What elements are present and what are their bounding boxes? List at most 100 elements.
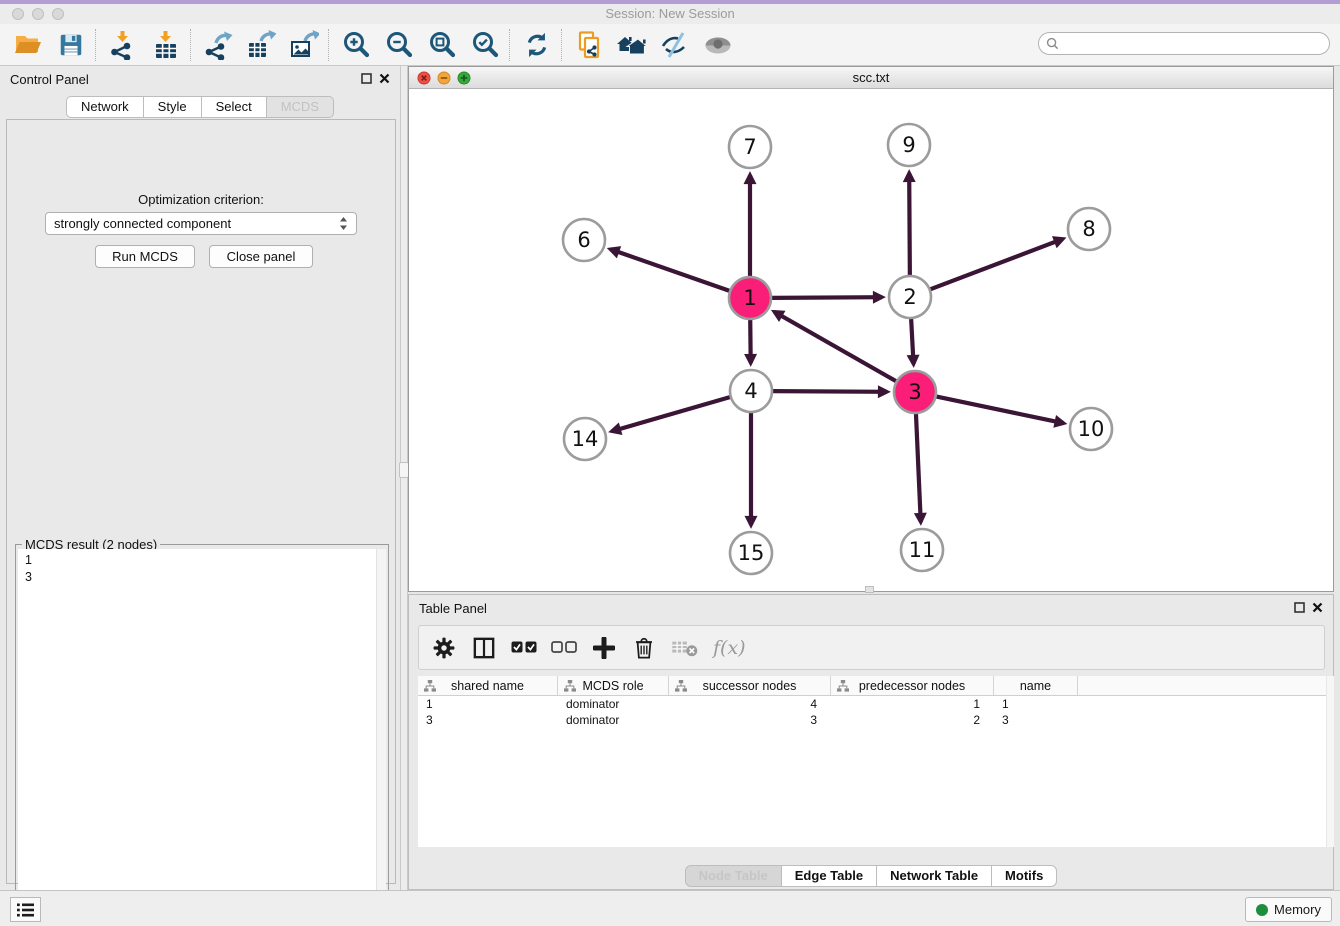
graph-edge-4-3[interactable]	[773, 391, 887, 392]
graph-edge-2-8[interactable]	[931, 239, 1063, 289]
graph-node-9[interactable]: 9	[888, 124, 930, 166]
tab-style[interactable]: Style	[144, 96, 202, 118]
graph-edge-1-6[interactable]	[610, 249, 729, 291]
tab-node-table[interactable]: Node Table	[685, 865, 782, 887]
open-session-button[interactable]	[6, 27, 49, 63]
unselect-all-button[interactable]	[551, 633, 577, 663]
export-table-button[interactable]	[239, 27, 282, 63]
cell-MCDS-role[interactable]: dominator	[558, 696, 669, 712]
maximize-network-icon	[458, 72, 470, 84]
graph-edge-3-11[interactable]	[916, 414, 921, 522]
graph-node-6[interactable]: 6	[563, 219, 605, 261]
task-history-button[interactable]	[10, 897, 41, 922]
cell-name[interactable]: 3	[994, 712, 1078, 728]
graph-node-15[interactable]: 15	[730, 532, 772, 574]
search-field[interactable]	[1038, 32, 1330, 55]
column-header-successor-nodes[interactable]: successor nodes	[669, 676, 831, 695]
toggle-column-view-button[interactable]	[471, 633, 497, 663]
node-label: 6	[577, 228, 590, 252]
app-titlebar[interactable]: Session: New Session	[0, 4, 1340, 24]
tab-network-table[interactable]: Network Table	[877, 865, 992, 887]
close-table-panel-icon[interactable]	[1312, 602, 1323, 613]
zoom-selected-button[interactable]	[463, 27, 506, 63]
save-session-button[interactable]	[49, 27, 92, 63]
add-column-button[interactable]	[591, 633, 617, 663]
tab-select[interactable]: Select	[202, 96, 267, 118]
float-table-panel-icon[interactable]	[1294, 602, 1305, 613]
memory-label: Memory	[1274, 902, 1321, 917]
window-resize-handle[interactable]	[865, 586, 874, 593]
cell-successor-nodes[interactable]: 4	[669, 696, 831, 712]
memory-button[interactable]: Memory	[1245, 897, 1332, 922]
cell-MCDS-role[interactable]: dominator	[558, 712, 669, 728]
tab-mcds[interactable]: MCDS	[267, 96, 334, 118]
control-panel-header: Control Panel	[0, 66, 400, 94]
graph-edge-3-1[interactable]	[774, 312, 896, 381]
cell-predecessor-nodes[interactable]: 2	[831, 712, 994, 728]
network-graph[interactable]: 7 9 6 8 1 2 4 3 14 10 15 11	[409, 89, 1333, 591]
function-builder-button[interactable]: f(x)	[713, 633, 746, 663]
select-all-button[interactable]	[511, 633, 537, 663]
graph-node-2[interactable]: 2	[889, 276, 931, 318]
graph-node-4[interactable]: 4	[730, 370, 772, 412]
column-header-predecessor-nodes[interactable]: predecessor nodes	[831, 676, 994, 695]
zoom-fit-button[interactable]	[420, 27, 463, 63]
checked-boxes-icon	[511, 641, 537, 654]
cell-predecessor-nodes[interactable]: 1	[831, 696, 994, 712]
export-network-button[interactable]	[196, 27, 239, 63]
column-header-shared-name[interactable]: shared name	[418, 676, 558, 695]
import-table-button[interactable]	[144, 27, 187, 63]
network-window-titlebar[interactable]: scc.txt	[409, 67, 1333, 89]
mcds-result-text[interactable]: 1 3	[18, 549, 376, 921]
float-panel-icon[interactable]	[361, 73, 372, 84]
tab-network[interactable]: Network	[66, 96, 144, 118]
graph-node-7[interactable]: 7	[729, 126, 771, 168]
tab-edge-table[interactable]: Edge Table	[782, 865, 877, 887]
run-mcds-button[interactable]: Run MCDS	[95, 245, 195, 268]
copy-network-button[interactable]	[567, 27, 610, 63]
network-canvas[interactable]: 7 9 6 8 1 2 4 3 14 10 15 11	[409, 89, 1333, 591]
zoom-in-button[interactable]	[334, 27, 377, 63]
graph-node-10[interactable]: 10	[1070, 408, 1112, 450]
table-row[interactable]: 1dominator411	[418, 696, 1334, 712]
cell-shared-name[interactable]: 1	[418, 696, 558, 712]
graph-node-8[interactable]: 8	[1068, 208, 1110, 250]
optimization-criterion-select[interactable]: strongly connected component	[45, 212, 357, 235]
panel-splitter[interactable]	[400, 66, 408, 890]
graph-edge-2-3[interactable]	[911, 319, 913, 364]
unchecked-boxes-icon	[551, 641, 577, 654]
table-row[interactable]: 3dominator323	[418, 712, 1334, 728]
refresh-view-button[interactable]	[515, 27, 558, 63]
search-input[interactable]	[1063, 37, 1329, 51]
column-header-name[interactable]: name	[994, 676, 1078, 695]
graph-node-1[interactable]: 1	[729, 277, 771, 319]
graph-edge-2-9[interactable]	[909, 173, 910, 275]
graph-edge-4-14[interactable]	[612, 397, 730, 431]
graph-node-11[interactable]: 11	[901, 529, 943, 571]
hide-graphics-details-button[interactable]	[653, 27, 696, 63]
network-window-controls[interactable]	[417, 71, 477, 85]
table-scrollbar[interactable]	[1326, 676, 1334, 847]
import-network-icon	[108, 30, 138, 60]
export-image-button[interactable]	[282, 27, 325, 63]
first-neighbors-button[interactable]	[610, 27, 653, 63]
table-settings-button[interactable]	[431, 633, 457, 663]
table-panel: Table Panel f(x) shared nameMCDS rolesuc…	[408, 594, 1334, 890]
tab-motifs[interactable]: Motifs	[992, 865, 1057, 887]
cell-shared-name[interactable]: 3	[418, 712, 558, 728]
show-graphics-details-button[interactable]	[696, 27, 739, 63]
graph-edge-1-2[interactable]	[772, 297, 882, 298]
result-scrollbar[interactable]	[376, 549, 386, 921]
zoom-out-button[interactable]	[377, 27, 420, 63]
graph-node-3[interactable]: 3	[894, 371, 936, 413]
cell-successor-nodes[interactable]: 3	[669, 712, 831, 728]
close-panel-icon[interactable]	[379, 73, 390, 84]
delete-column-button[interactable]	[631, 633, 657, 663]
delete-table-button[interactable]	[671, 633, 699, 663]
close-panel-button[interactable]: Close panel	[209, 245, 313, 268]
column-header-MCDS-role[interactable]: MCDS role	[558, 676, 669, 695]
graph-edge-3-10[interactable]	[937, 397, 1064, 424]
graph-node-14[interactable]: 14	[564, 418, 606, 460]
import-network-button[interactable]	[101, 27, 144, 63]
cell-name[interactable]: 1	[994, 696, 1078, 712]
